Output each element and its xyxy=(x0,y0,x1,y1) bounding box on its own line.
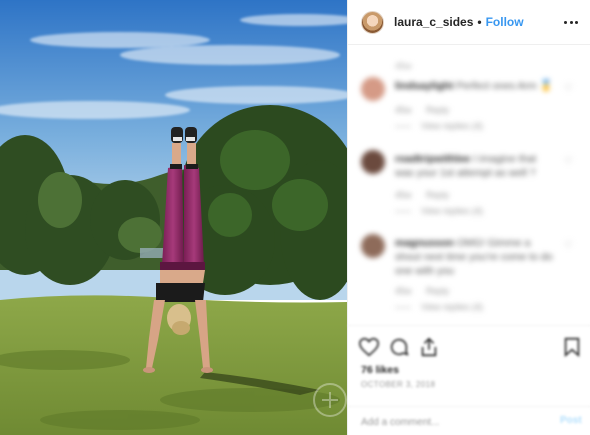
comment-text-block: roadtripwithlee I imagine that was your … xyxy=(395,152,555,180)
comment-time: 45w xyxy=(395,190,412,200)
add-comment-row: Post xyxy=(348,406,590,435)
more-options-icon[interactable] xyxy=(562,13,580,31)
heart-icon[interactable]: ♡ xyxy=(564,83,573,94)
post-date: OCTOBER 3, 2018 xyxy=(361,380,436,389)
view-replies-button[interactable]: View replies (4) xyxy=(395,206,483,216)
view-replies-button[interactable]: View replies (4) xyxy=(395,121,483,131)
comment-meta: 45w Reply xyxy=(395,286,461,296)
avatar[interactable] xyxy=(361,10,384,34)
comment-time: 45w xyxy=(395,105,412,115)
heart-icon[interactable]: ♡ xyxy=(564,156,573,167)
comment-time: 45w xyxy=(395,286,412,296)
comment-icon[interactable] xyxy=(388,336,410,358)
separator-dot: • xyxy=(477,15,482,29)
comment-username[interactable]: magnusson xyxy=(395,237,454,249)
comment-avatar[interactable] xyxy=(361,77,385,101)
post-photo[interactable] xyxy=(0,0,347,435)
share-icon[interactable] xyxy=(418,336,440,358)
post-header: laura_c_sides • Follow xyxy=(348,0,590,45)
comment-username[interactable]: lindsaylight xyxy=(395,80,453,92)
caption-timestamp: 45w xyxy=(395,61,412,71)
reply-button[interactable]: Reply xyxy=(426,105,449,115)
comment-avatar[interactable] xyxy=(361,234,385,258)
post-actions: 76 likes OCTOBER 3, 2018 Post xyxy=(348,325,590,435)
post-photo-image xyxy=(0,0,347,435)
add-comment-input[interactable] xyxy=(361,414,541,430)
comment-username[interactable]: roadtripwithlee xyxy=(395,153,470,165)
comment-text-block: lindsaylight Perfect ones Arm 🥇 xyxy=(395,79,555,93)
likes-count[interactable]: 76 likes xyxy=(361,364,399,376)
reply-button[interactable]: Reply xyxy=(426,190,449,200)
comment-meta: 45w Reply xyxy=(395,190,461,200)
comment-text-block: magnusson OMG! Gimme a shout next time y… xyxy=(395,236,555,278)
comment-emoji: 🥇 xyxy=(539,80,553,92)
heart-icon[interactable] xyxy=(358,336,380,358)
post-side-panel: laura_c_sides • Follow 45w lindsaylight … xyxy=(347,0,590,435)
bookmark-icon[interactable] xyxy=(561,336,583,358)
comment-meta: 45w Reply xyxy=(395,105,461,115)
follow-button[interactable]: Follow xyxy=(486,15,524,29)
comments-list: 45w lindsaylight Perfect ones Arm 🥇 ♡ 45… xyxy=(348,45,590,325)
reply-button[interactable]: Reply xyxy=(426,286,449,296)
heart-icon[interactable]: ♡ xyxy=(564,240,573,251)
username[interactable]: laura_c_sides xyxy=(394,15,473,29)
comment-text: Perfect ones Arm xyxy=(456,80,537,92)
post-comment-button[interactable]: Post xyxy=(560,415,582,426)
comment-avatar[interactable] xyxy=(361,150,385,174)
view-replies-button[interactable]: View replies (4) xyxy=(395,302,483,312)
action-row xyxy=(358,334,583,360)
